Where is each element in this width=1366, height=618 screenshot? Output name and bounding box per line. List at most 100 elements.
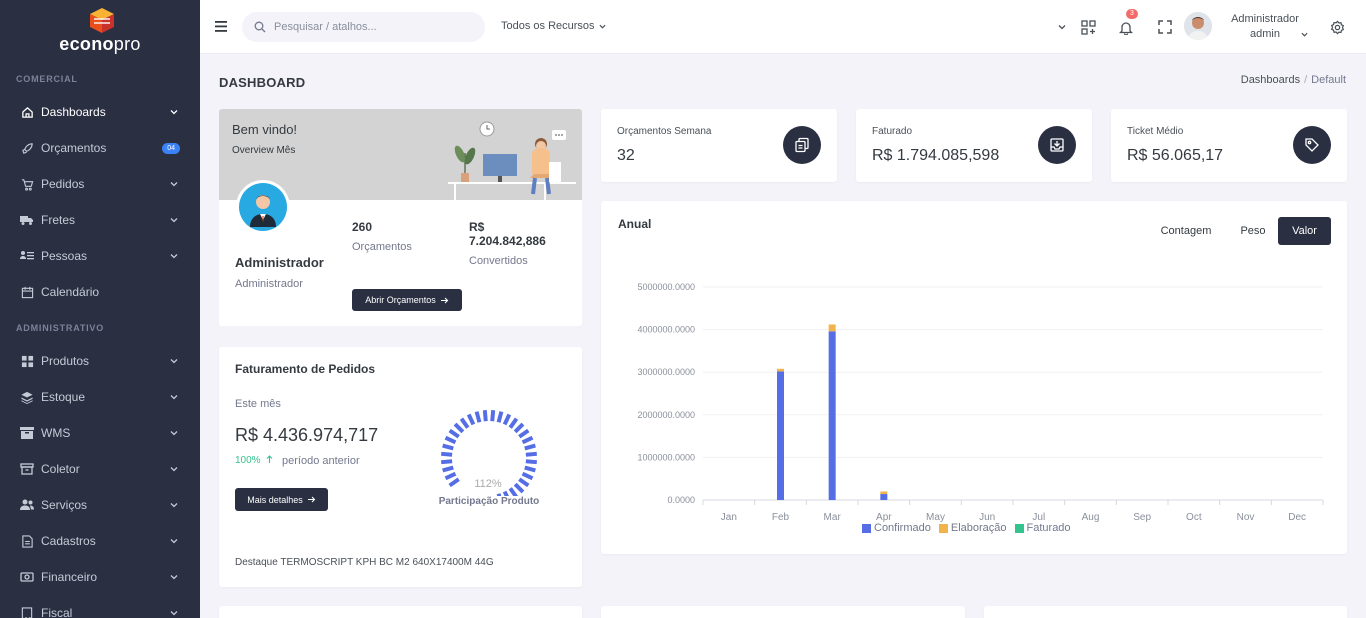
fullscreen-icon[interactable] bbox=[1156, 18, 1174, 36]
rocket-icon bbox=[20, 141, 34, 155]
mais-detalhes-button[interactable]: Mais detalhes bbox=[235, 488, 328, 511]
legend-label: Elaboração bbox=[950, 522, 1007, 534]
gauge-segment bbox=[502, 413, 512, 426]
workspace-illustration bbox=[448, 121, 576, 200]
anual-bar-chart: 0.0000 1000000.0000 2000000.0000 3000000.00… bbox=[637, 282, 1324, 523]
tab-contagem[interactable]: Contagem bbox=[1150, 217, 1222, 245]
legend-swatch bbox=[862, 523, 871, 533]
x-tick-label: Jan bbox=[721, 512, 737, 523]
money-icon bbox=[20, 570, 34, 584]
sidebar-item-cadastros[interactable]: Cadastros bbox=[0, 523, 200, 559]
bottom-card-3 bbox=[984, 606, 1347, 618]
legend-item-confirmado[interactable]: Confirmado bbox=[862, 522, 931, 534]
avatar[interactable] bbox=[1184, 12, 1212, 40]
gauge-segment bbox=[441, 451, 453, 457]
menu-title-comercial: COMERCIAL bbox=[16, 74, 78, 84]
gauge-segment bbox=[453, 422, 465, 434]
bar-confirmado-mar[interactable] bbox=[828, 331, 836, 500]
faturamento-period: Este mês bbox=[235, 398, 281, 410]
chevron-down-icon bbox=[170, 218, 178, 223]
receipt-icon bbox=[20, 606, 34, 618]
arrow-right-icon bbox=[307, 496, 316, 503]
users-icon bbox=[20, 498, 34, 512]
chevron-down-icon bbox=[170, 503, 178, 508]
apps-grid-icon[interactable] bbox=[1079, 18, 1097, 36]
sidebar-item-financeiro[interactable]: Financeiro bbox=[0, 559, 200, 595]
chevron-down-icon bbox=[170, 182, 178, 187]
abrir-orcamentos-button[interactable]: Abrir Orçamentos bbox=[352, 289, 462, 311]
brand-logo[interactable]: econopro bbox=[0, 6, 200, 54]
file-icon bbox=[20, 534, 34, 548]
bar-elaboração-apr[interactable] bbox=[880, 491, 888, 495]
x-tick-label: Feb bbox=[772, 512, 790, 523]
welcome-name: Administrador bbox=[235, 255, 324, 270]
gauge-segment bbox=[444, 471, 457, 481]
sidebar-item-produtos[interactable]: Produtos bbox=[0, 343, 200, 379]
sidebar-item-dashboards[interactable]: Dashboards bbox=[0, 94, 200, 130]
calendar-icon bbox=[20, 285, 34, 299]
chevron-down-icon bbox=[170, 395, 178, 400]
gauge-segment bbox=[444, 435, 457, 445]
bar-elaboração-feb[interactable] bbox=[777, 368, 784, 372]
welcome-title: Bem vindo! bbox=[232, 122, 298, 137]
sidebar-item-fretes[interactable]: Fretes bbox=[0, 202, 200, 238]
layers-icon bbox=[20, 390, 34, 404]
search-input[interactable]: Pesquisar / atalhos... bbox=[242, 12, 485, 42]
chevron-down-icon[interactable] bbox=[1301, 31, 1308, 38]
stat-value: 32 bbox=[617, 147, 635, 164]
chevron-down-icon[interactable] bbox=[1058, 23, 1066, 31]
tab-peso[interactable]: Peso bbox=[1230, 217, 1276, 245]
sidebar-item-label: Calendário bbox=[41, 285, 100, 299]
archive-download-icon bbox=[1038, 126, 1076, 164]
box-icon bbox=[20, 426, 34, 440]
gauge-segment bbox=[518, 428, 530, 439]
chevron-down-icon bbox=[170, 359, 178, 364]
button-label: Mais detalhes bbox=[247, 494, 303, 505]
bar-confirmado-feb[interactable] bbox=[777, 371, 784, 500]
x-tick-label: Aug bbox=[1082, 512, 1100, 523]
gear-icon[interactable] bbox=[1328, 18, 1346, 36]
gauge-segment bbox=[474, 411, 482, 423]
bar-confirmado-apr[interactable] bbox=[880, 494, 888, 500]
legend-label: Confirmado bbox=[874, 522, 931, 534]
user-menu[interactable]: Administrador admin bbox=[1220, 12, 1310, 42]
resources-dropdown[interactable]: Todos os Recursos bbox=[501, 20, 606, 32]
sidebar-item-fiscal[interactable]: Fiscal bbox=[0, 595, 200, 618]
legend-item-faturado[interactable]: Faturado bbox=[1014, 522, 1071, 534]
y-tick-label: 3000000.0000 bbox=[637, 367, 695, 377]
sidebar-item-pessoas[interactable]: Pessoas bbox=[0, 238, 200, 274]
chevron-down-icon bbox=[170, 431, 178, 436]
menu-toggle-icon[interactable] bbox=[215, 21, 227, 32]
sidebar-item-wms[interactable]: WMS bbox=[0, 415, 200, 451]
notification-badge: 3 bbox=[1126, 9, 1138, 19]
y-tick-label: 0.0000 bbox=[667, 495, 695, 505]
stat-convertidos-label: Convertidos bbox=[469, 255, 528, 267]
bell-icon[interactable] bbox=[1117, 18, 1135, 36]
anual-title: Anual bbox=[618, 217, 652, 231]
sidebar-item-calendario[interactable]: Calendário bbox=[0, 274, 200, 310]
chevron-down-icon bbox=[170, 110, 178, 115]
button-label: Abrir Orçamentos bbox=[365, 295, 436, 305]
gauge-segment bbox=[524, 465, 536, 473]
breadcrumb-link[interactable]: Dashboards bbox=[1241, 74, 1300, 86]
faturamento-title: Faturamento de Pedidos bbox=[235, 362, 376, 376]
sidebar-item-orcamentos[interactable]: Orçamentos 04 bbox=[0, 130, 200, 166]
gauge-segment bbox=[525, 451, 537, 457]
tab-valor[interactable]: Valor bbox=[1278, 217, 1331, 245]
y-tick-label: 1000000.0000 bbox=[637, 452, 695, 462]
chevron-down-icon bbox=[599, 24, 606, 29]
legend-item-elaboracao[interactable]: Elaboração bbox=[938, 522, 1007, 534]
x-tick-label: Mar bbox=[824, 512, 842, 523]
stat-value: R$ 1.794.085,598 bbox=[872, 147, 1000, 164]
tag-icon bbox=[1293, 126, 1331, 164]
sidebar-item-estoque[interactable]: Estoque bbox=[0, 379, 200, 415]
x-tick-label: Oct bbox=[1186, 512, 1202, 523]
logo-cube-icon bbox=[90, 8, 114, 33]
gauge-segment bbox=[524, 443, 536, 451]
sidebar-item-servicos[interactable]: Serviços bbox=[0, 487, 200, 523]
sidebar-item-pedidos[interactable]: Pedidos bbox=[0, 166, 200, 202]
welcome-subtitle: Overview Mês bbox=[232, 145, 296, 156]
chevron-down-icon bbox=[170, 611, 178, 616]
bar-elaboração-mar[interactable] bbox=[828, 324, 836, 332]
sidebar-item-coletor[interactable]: Coletor bbox=[0, 451, 200, 487]
